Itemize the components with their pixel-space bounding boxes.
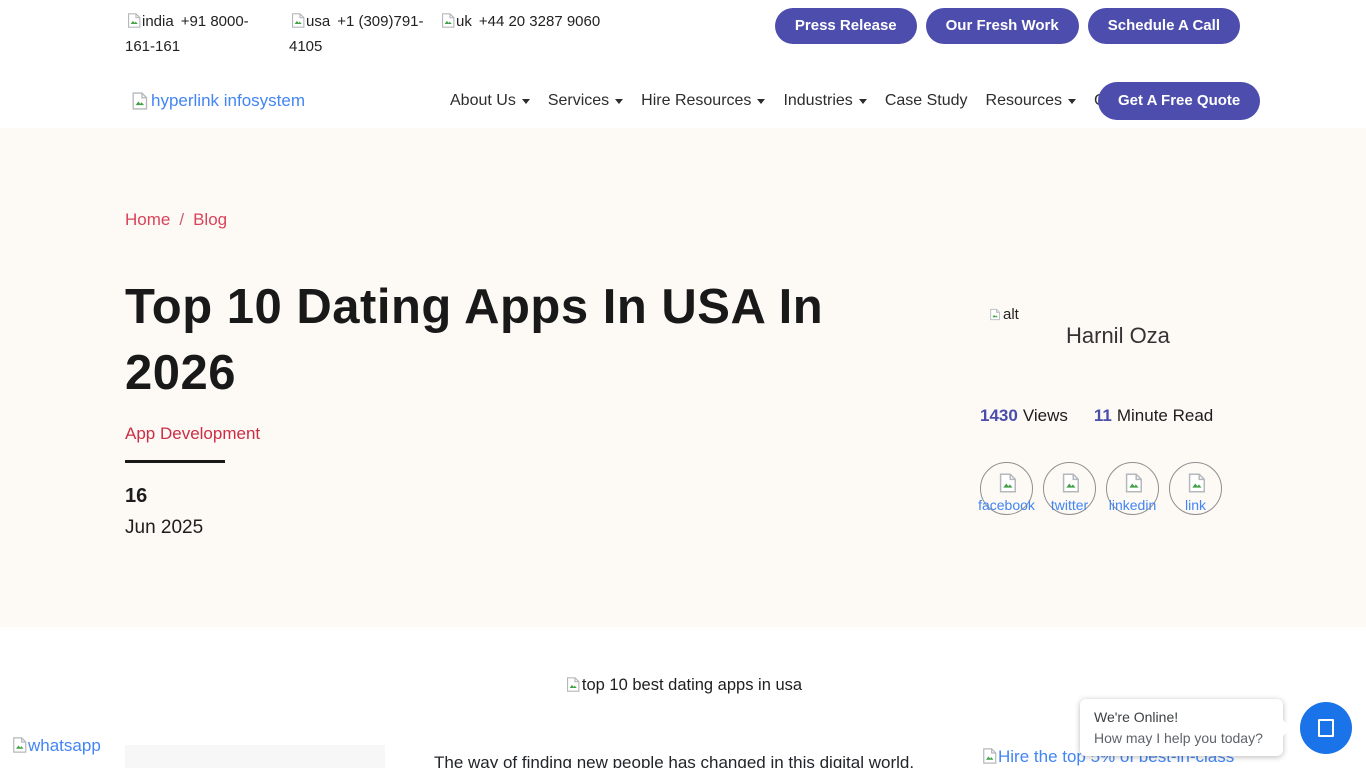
link-alt-text: link xyxy=(1185,497,1206,513)
twitter-alt-text: twitter xyxy=(1051,497,1088,513)
publish-date-monthyear: Jun 2025 xyxy=(125,517,203,539)
chevron-down-icon xyxy=(757,99,765,104)
broken-image-icon xyxy=(980,747,998,765)
title-divider xyxy=(125,460,225,463)
nav-industries[interactable]: Industries xyxy=(783,92,866,110)
chat-prompt-text: How may I help you today? xyxy=(1094,730,1269,746)
contact-list: india+91 8000-161-161 usa+1 (309)791-410… xyxy=(125,9,600,59)
logo-link[interactable]: hyperlink infosystem xyxy=(129,75,305,127)
chat-status-text: We're Online! xyxy=(1094,709,1269,725)
broken-image-icon xyxy=(1185,472,1207,494)
get-a-free-quote-button[interactable]: Get A Free Quote xyxy=(1098,82,1260,120)
chat-greeting-tooltip[interactable]: We're Online! How may I help you today? xyxy=(1080,699,1283,756)
hero-image-alt-text: top 10 best dating apps in usa xyxy=(582,676,802,694)
views-stat: 1430Views xyxy=(980,406,1068,426)
broken-image-icon xyxy=(10,736,28,754)
broken-image-icon xyxy=(439,12,456,29)
logo-alt-text: hyperlink infosystem xyxy=(151,91,305,111)
social-share-buttons: facebook twitter linkedin link xyxy=(980,462,1222,515)
press-release-button[interactable]: Press Release xyxy=(775,8,917,44)
chevron-down-icon xyxy=(615,99,623,104)
article-hero-section: Home / Blog Top 10 Dating Apps In USA In 2… xyxy=(0,128,1366,627)
page-title: Top 10 Dating Apps In USA In 2026 xyxy=(125,274,880,406)
category-link[interactable]: App Development xyxy=(125,424,260,444)
nav-about-us[interactable]: About Us xyxy=(450,92,530,110)
nav-case-study[interactable]: Case Study xyxy=(885,92,968,110)
chevron-down-icon xyxy=(859,99,867,104)
broken-image-icon xyxy=(125,12,142,29)
topbar-buttons: Press Release Our Fresh Work Schedule A … xyxy=(775,8,1240,44)
broken-image-icon xyxy=(996,472,1018,494)
breadcrumb-separator: / xyxy=(179,210,184,229)
broken-image-icon xyxy=(289,12,306,29)
publish-date-day: 16 xyxy=(125,485,147,508)
breadcrumb: Home / Blog xyxy=(125,210,227,230)
chat-icon xyxy=(1318,719,1334,737)
author-name: Harnil Oza xyxy=(1066,323,1170,349)
twitter-share-button[interactable]: twitter xyxy=(1043,462,1096,515)
phone-link-usa[interactable]: usa+1 (309)791-4105 xyxy=(289,9,425,59)
broken-image-icon xyxy=(564,676,581,693)
phone-link-uk[interactable]: uk +44 20 3287 9060 xyxy=(439,9,600,34)
main-navigation: hyperlink infosystem About Us Services H… xyxy=(0,75,1366,127)
chevron-down-icon xyxy=(522,99,530,104)
intro-paragraph: The way of finding new people has change… xyxy=(434,750,934,768)
broken-image-icon xyxy=(1122,472,1144,494)
nav-items: About Us Services Hire Resources Industr… xyxy=(450,75,1173,127)
phone-link-india[interactable]: india+91 8000-161-161 xyxy=(125,9,275,59)
nav-services[interactable]: Services xyxy=(548,92,623,110)
linkedin-share-button[interactable]: linkedin xyxy=(1106,462,1159,515)
flag-alt-india: india xyxy=(142,13,174,30)
flag-alt-uk: uk xyxy=(456,13,472,30)
facebook-alt-text: facebook xyxy=(978,497,1035,513)
our-fresh-work-button[interactable]: Our Fresh Work xyxy=(926,8,1079,44)
breadcrumb-blog-link[interactable]: Blog xyxy=(193,210,227,229)
hero-image-placeholder: top 10 best dating apps in usa xyxy=(0,676,1366,695)
breadcrumb-home-link[interactable]: Home xyxy=(125,210,170,229)
chat-launcher-button[interactable] xyxy=(1300,702,1352,754)
article-stats: 1430Views 11Minute Read xyxy=(980,406,1213,426)
facebook-share-button[interactable]: facebook xyxy=(980,462,1033,515)
table-of-contents-box xyxy=(125,745,385,768)
nav-hire-resources[interactable]: Hire Resources xyxy=(641,92,765,110)
broken-image-icon xyxy=(1059,472,1081,494)
phone-number: +44 20 3287 9060 xyxy=(479,13,600,30)
read-time-stat: 11Minute Read xyxy=(1094,406,1213,426)
flag-alt-usa: usa xyxy=(306,13,330,30)
nav-resources[interactable]: Resources xyxy=(986,92,1076,110)
whatsapp-alt-text: whatsapp xyxy=(28,736,101,755)
topbar: india+91 8000-161-161 usa+1 (309)791-410… xyxy=(0,0,1366,62)
chevron-down-icon xyxy=(1068,99,1076,104)
broken-image-icon xyxy=(129,91,149,111)
avatar-alt-text: alt xyxy=(1003,306,1019,323)
author-avatar: alt xyxy=(988,306,1019,323)
whatsapp-button[interactable]: whatsapp xyxy=(10,736,101,756)
copy-link-button[interactable]: link xyxy=(1169,462,1222,515)
linkedin-alt-text: linkedin xyxy=(1109,497,1156,513)
schedule-a-call-button[interactable]: Schedule A Call xyxy=(1088,8,1240,44)
broken-image-icon xyxy=(988,308,1001,321)
